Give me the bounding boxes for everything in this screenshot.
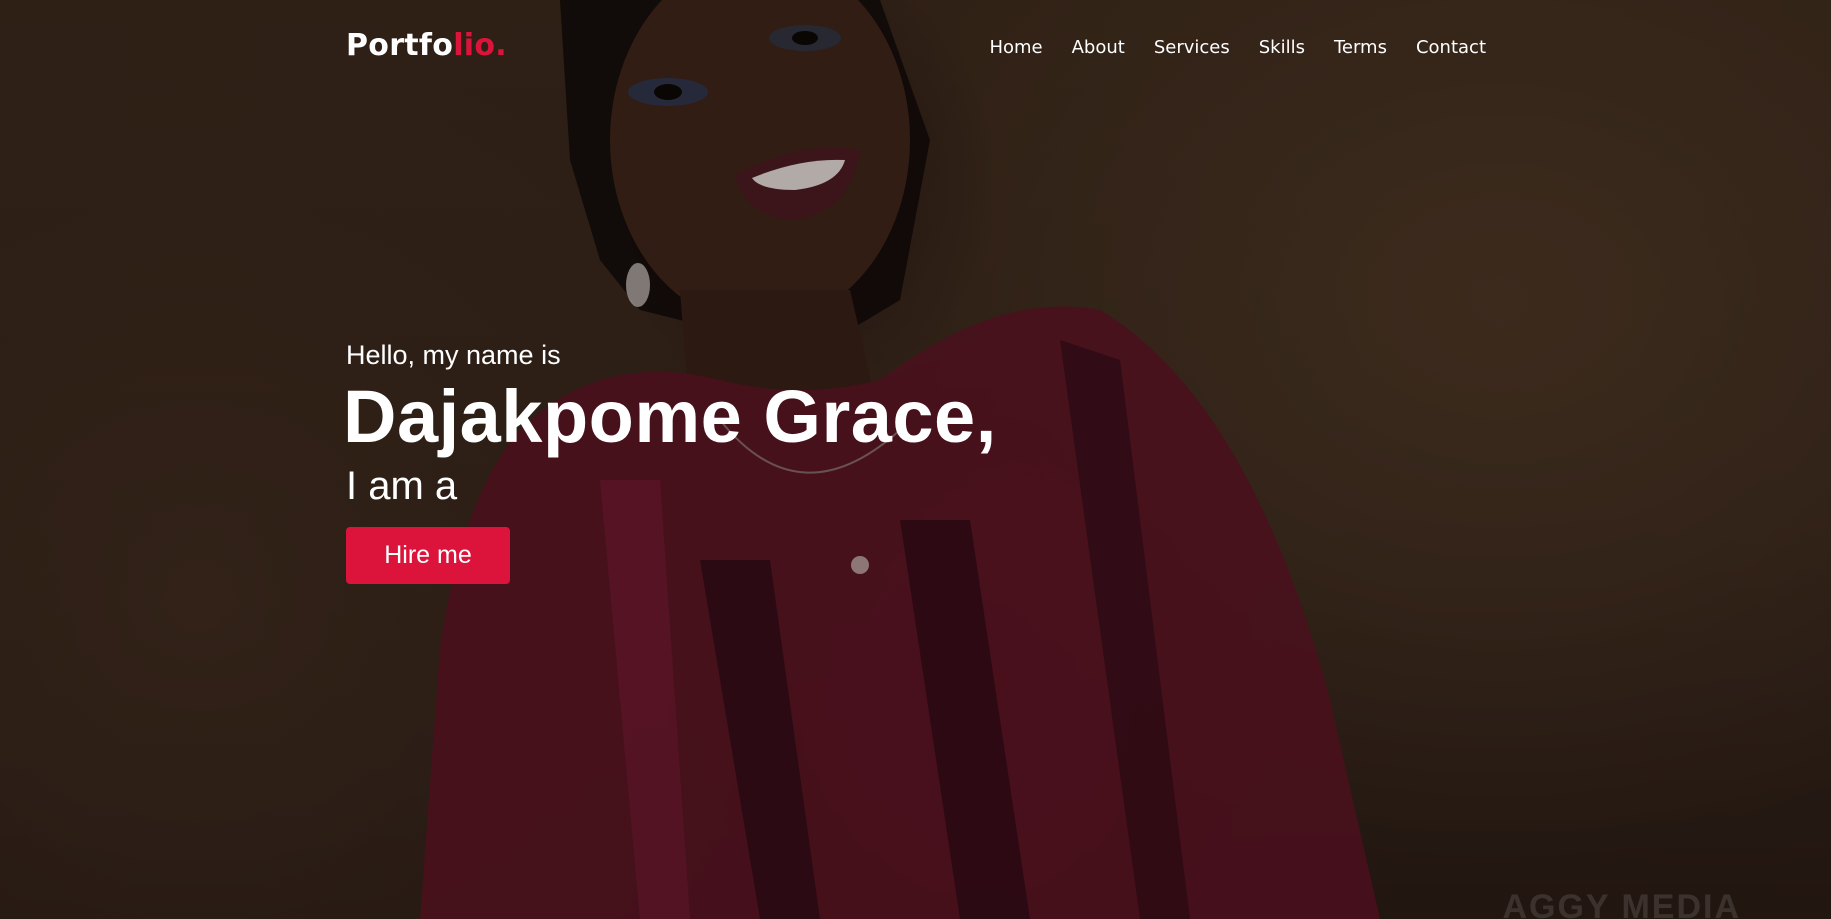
nav-link-services[interactable]: Services — [1154, 37, 1230, 58]
hero-role: I am a — [346, 464, 458, 508]
nav-link-terms[interactable]: Terms — [1334, 37, 1387, 58]
hero-section: Portfolio. Home About Services Skills Te… — [0, 0, 1831, 919]
photo-watermark: AGGY MEDIA — [1502, 888, 1741, 919]
hero-intro: Hello, my name is Dajakpome Grace, I am … — [343, 336, 997, 584]
logo-accent-text: lio. — [453, 28, 507, 63]
nav-link-skills[interactable]: Skills — [1259, 37, 1305, 58]
logo-main-text: Portfo — [346, 28, 454, 63]
nav-link-contact[interactable]: Contact — [1416, 37, 1486, 58]
hero-name: Dajakpome Grace, — [343, 375, 997, 458]
hire-me-button[interactable]: Hire me — [346, 527, 510, 584]
site-logo[interactable]: Portfolio. — [346, 28, 507, 63]
nav-menu: Home About Services Skills Terms Contact — [960, 37, 1486, 58]
nav-link-home[interactable]: Home — [989, 37, 1042, 58]
navbar: Portfolio. Home About Services Skills Te… — [0, 0, 1831, 100]
nav-link-about[interactable]: About — [1072, 37, 1125, 58]
hero-greeting: Hello, my name is — [346, 340, 561, 370]
